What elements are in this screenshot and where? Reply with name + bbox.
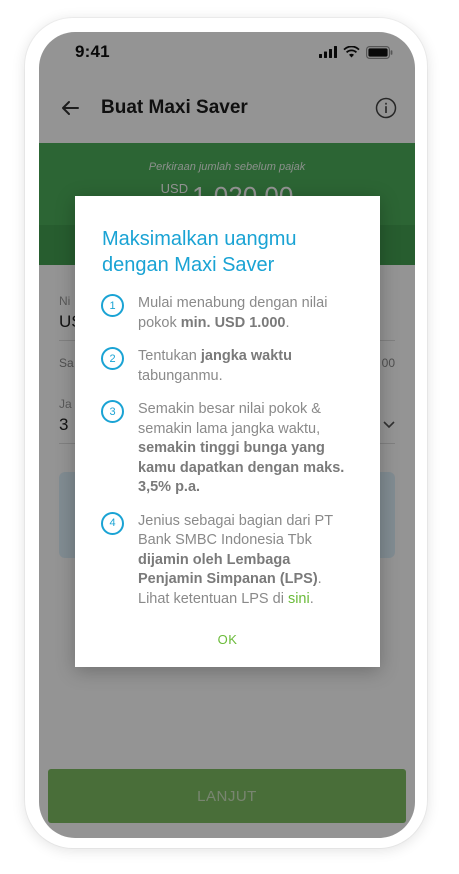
text-part: Semakin besar nilai pokok & semakin lama… (138, 401, 321, 437)
list-item-text: Tentukan jangka waktu tabunganmu. (138, 347, 353, 386)
text-part: . (309, 590, 314, 607)
list-item-text: Jenius sebagai bagian dari PT Bank SMBC … (138, 512, 353, 610)
dialog-title: Maksimalkan uangmu dengan Maxi Saver (102, 228, 297, 276)
text-part: tabunganmu. (138, 367, 223, 384)
phone-screen: 9:41 Buat Maxi Saver Perkiraan jumlah se… (39, 32, 415, 838)
list-item-text: Semakin besar nilai pokok & semakin lama… (138, 400, 353, 498)
text-part: . (285, 314, 290, 331)
step-number-badge: 2 (101, 347, 124, 370)
list-item: 1 Mulai menabung dengan nilai pokok min.… (101, 294, 361, 333)
text-part: Tentukan (138, 348, 201, 364)
ok-button[interactable]: OK (75, 632, 380, 647)
text-bold: dijamin oleh Lembaga Penjamin Simpanan (… (138, 551, 318, 588)
text-bold: min. USD 1.000 (180, 314, 286, 331)
text-part: Jenius sebagai bagian dari PT Bank SMBC … (138, 512, 333, 549)
list-item: 4 Jenius sebagai bagian dari PT Bank SMB… (101, 511, 361, 610)
step-number-badge: 3 (101, 400, 124, 423)
list-item: 2 Tentukan jangka waktu tabunganmu. (101, 347, 361, 386)
list-item-text: Mulai menabung dengan nilai pokok min. U… (138, 294, 353, 333)
text-bold: semakin tinggi bunga yang kamu dapatkan … (138, 440, 345, 495)
step-number-badge: 4 (101, 511, 124, 535)
text-bold: jangka waktu (200, 348, 292, 364)
info-dialog: Maksimalkan uangmu dengan Maxi Saver 1 M… (75, 196, 380, 667)
step-number-badge: 1 (101, 294, 124, 317)
lps-link[interactable]: sini (288, 591, 310, 607)
dialog-list: 1 Mulai menabung dengan nilai pokok min.… (101, 294, 361, 623)
list-item: 3 Semakin besar nilai pokok & semakin la… (101, 400, 361, 498)
